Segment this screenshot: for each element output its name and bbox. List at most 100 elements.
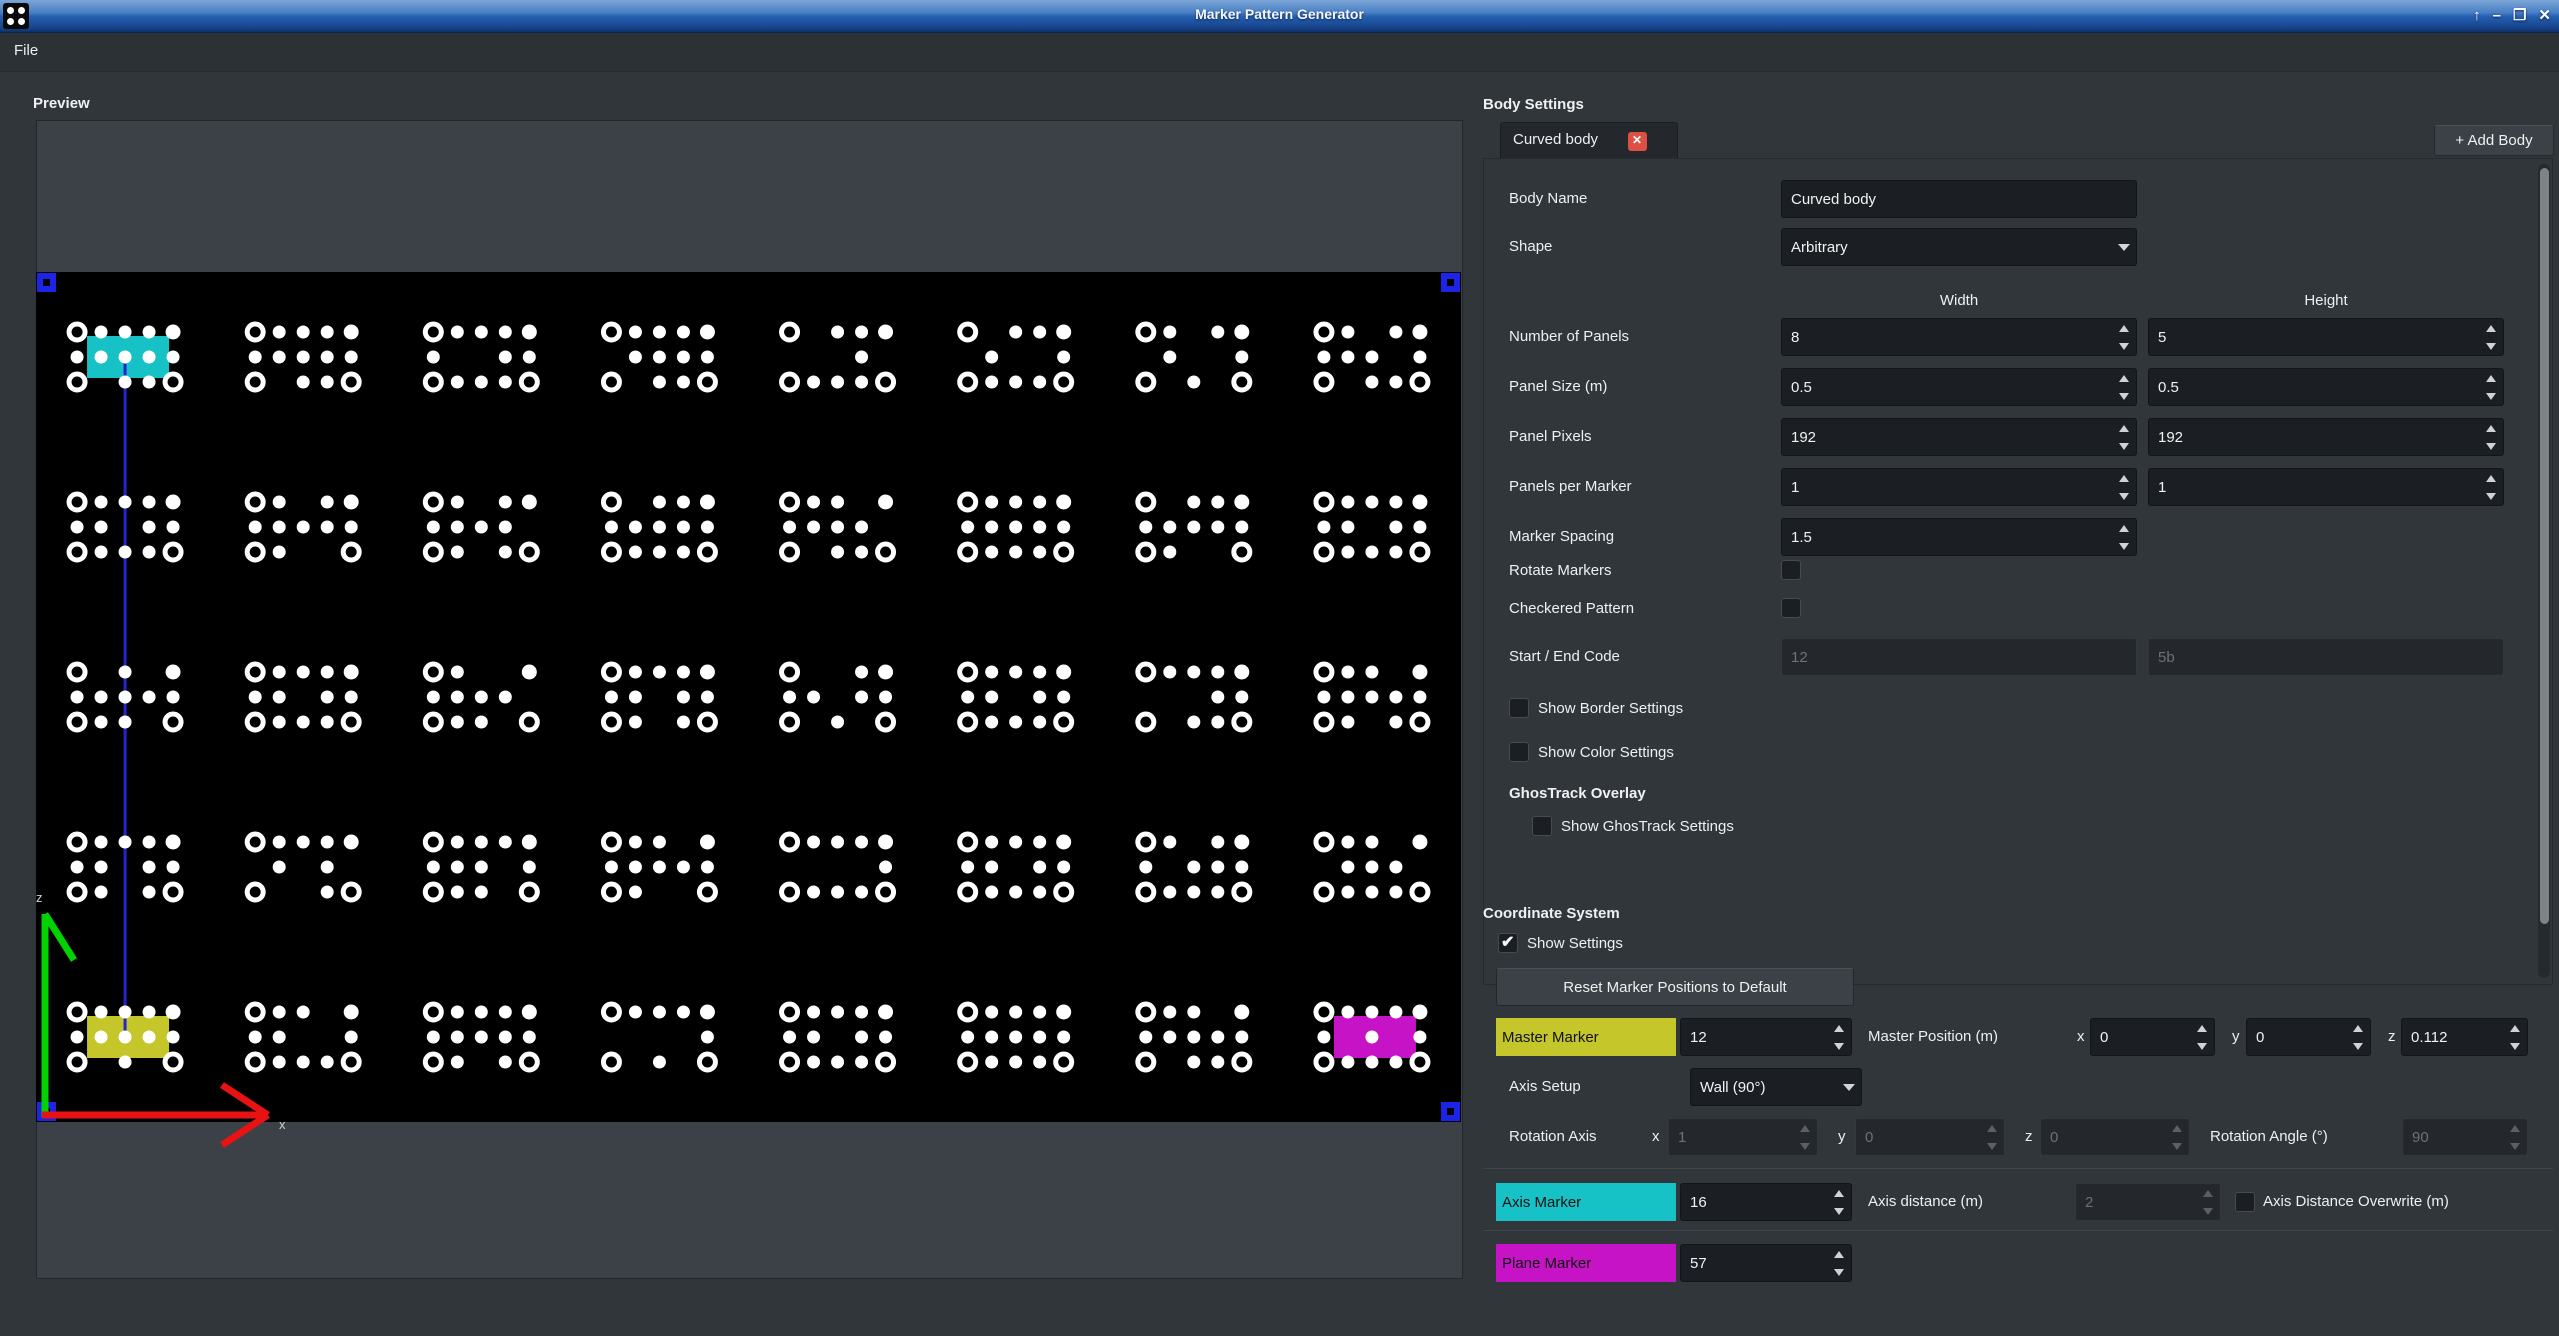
show-ghostrack-settings-checkbox[interactable] xyxy=(1532,816,1552,836)
axis-setup-dropdown[interactable]: Wall (90°) xyxy=(1690,1068,1862,1106)
axis-marker-id-spinbox[interactable]: 16 xyxy=(1680,1183,1852,1221)
spin-up-button[interactable] xyxy=(2112,369,2136,387)
spin-down-button[interactable] xyxy=(2190,1037,2214,1055)
close-icon[interactable]: ✕ xyxy=(2538,4,2551,28)
scrollbar-thumb[interactable] xyxy=(2540,168,2549,924)
master-position-z-spinbox[interactable]: 0.112 xyxy=(2401,1018,2528,1056)
marker-r3-c7[interactable] xyxy=(1316,834,1428,900)
master-position-y-spinbox[interactable]: 0 xyxy=(2246,1018,2371,1056)
spin-up-button[interactable] xyxy=(2479,319,2503,337)
spin-down-button[interactable] xyxy=(2112,437,2136,455)
show-color-settings-checkbox[interactable] xyxy=(1509,742,1529,762)
spin-down-button[interactable] xyxy=(1827,1263,1851,1281)
shape-dropdown[interactable]: Arbitrary xyxy=(1781,228,2137,266)
spin-down-button[interactable] xyxy=(2479,387,2503,405)
spin-up-button[interactable] xyxy=(2112,419,2136,437)
spin-down-button[interactable] xyxy=(2503,1037,2527,1055)
panel-size-width-spinbox[interactable]: 0.5 xyxy=(1781,368,2137,406)
show-settings-checkbox[interactable] xyxy=(1498,933,1518,953)
marker-r4-c1[interactable] xyxy=(247,1004,359,1070)
marker-r2-c5[interactable] xyxy=(960,664,1072,730)
marker-canvas[interactable]: zx xyxy=(36,272,1461,1122)
marker-r2-c1[interactable] xyxy=(247,664,359,730)
marker-r2-c4[interactable] xyxy=(782,664,894,730)
marker-r3-c4[interactable] xyxy=(782,834,894,900)
marker-spacing-spinbox[interactable]: 1.5 xyxy=(1781,518,2137,556)
spin-up-button[interactable] xyxy=(1827,1019,1851,1037)
marker-r4-c3[interactable] xyxy=(603,1004,715,1070)
end-code-input[interactable]: 5b xyxy=(2148,638,2504,676)
start-code-input[interactable]: 12 xyxy=(1781,638,2137,676)
marker-r4-c5[interactable] xyxy=(960,1004,1072,1070)
spin-up-button[interactable] xyxy=(2112,319,2136,337)
spin-up-button[interactable] xyxy=(2190,1019,2214,1037)
tab-curved-body[interactable]: Curved body xyxy=(1500,122,1678,159)
marker-r1-c3[interactable] xyxy=(603,494,715,560)
marker-r0-c5[interactable] xyxy=(960,324,1072,390)
marker-r3-c1[interactable] xyxy=(247,834,359,900)
checkered-pattern-checkbox[interactable] xyxy=(1781,598,1801,618)
plane-marker-id-spinbox[interactable]: 57 xyxy=(1680,1244,1852,1282)
marker-r1-c1[interactable] xyxy=(247,494,359,560)
panel-size-height-spinbox[interactable]: 0.5 xyxy=(2148,368,2504,406)
master-position-x-spinbox[interactable]: 0 xyxy=(2090,1018,2215,1056)
marker-r4-c6[interactable] xyxy=(1138,1004,1250,1070)
marker-r0-c7[interactable] xyxy=(1316,324,1428,390)
spin-up-button[interactable] xyxy=(2479,469,2503,487)
spin-up-button[interactable] xyxy=(1827,1184,1851,1202)
rotate-markers-checkbox[interactable] xyxy=(1781,560,1801,580)
marker-r0-c6[interactable] xyxy=(1138,324,1250,390)
spin-up-button[interactable] xyxy=(1827,1245,1851,1263)
marker-r1-c5[interactable] xyxy=(960,494,1072,560)
marker-r2-c2[interactable] xyxy=(425,664,537,730)
marker-r1-c6[interactable] xyxy=(1138,494,1250,560)
marker-r4-c2[interactable] xyxy=(425,1004,537,1070)
axis-distance-overwrite-checkbox[interactable] xyxy=(2235,1192,2255,1212)
spin-down-button[interactable] xyxy=(2112,487,2136,505)
marker-r1-c2[interactable] xyxy=(425,494,537,560)
master-marker-id-spinbox[interactable]: 12 xyxy=(1680,1018,1852,1056)
show-border-settings-checkbox[interactable] xyxy=(1509,698,1529,718)
marker-r3-c2[interactable] xyxy=(425,834,537,900)
marker-r0-c2[interactable] xyxy=(425,324,537,390)
spin-down-button[interactable] xyxy=(1827,1202,1851,1220)
panels-per-marker-height-spinbox[interactable]: 1 xyxy=(2148,468,2504,506)
add-body-button[interactable]: + Add Body xyxy=(2434,125,2554,156)
title-bar[interactable]: Marker Pattern Generator ↑ – ❐ ✕ xyxy=(0,0,2559,33)
number-of-panels-width-spinbox[interactable]: 8 xyxy=(1781,318,2137,356)
marker-r2-c7[interactable] xyxy=(1316,664,1428,730)
spin-up-button[interactable] xyxy=(2346,1019,2370,1037)
spin-down-button[interactable] xyxy=(1827,1037,1851,1055)
spin-down-button[interactable] xyxy=(2112,337,2136,355)
close-tab-icon[interactable] xyxy=(1628,132,1647,151)
spin-up-button[interactable] xyxy=(2503,1019,2527,1037)
spin-up-button[interactable] xyxy=(2479,369,2503,387)
marker-r0-c1[interactable] xyxy=(247,324,359,390)
marker-r1-c7[interactable] xyxy=(1316,494,1428,560)
marker-r0-c3[interactable] xyxy=(603,324,715,390)
minimize-icon[interactable]: – xyxy=(2493,4,2501,28)
marker-r4-c4[interactable] xyxy=(782,1004,894,1070)
spin-down-button[interactable] xyxy=(2479,487,2503,505)
panel-pixels-width-spinbox[interactable]: 192 xyxy=(1781,418,2137,456)
marker-r2-c3[interactable] xyxy=(603,664,715,730)
spin-down-button[interactable] xyxy=(2112,537,2136,555)
marker-r2-c0[interactable] xyxy=(69,664,181,730)
spin-down-button[interactable] xyxy=(2112,387,2136,405)
marker-r0-c4[interactable] xyxy=(782,324,894,390)
panel-pixels-height-spinbox[interactable]: 192 xyxy=(2148,418,2504,456)
spin-down-button[interactable] xyxy=(2346,1037,2370,1055)
marker-r3-c5[interactable] xyxy=(960,834,1072,900)
maximize-icon[interactable]: ❐ xyxy=(2513,4,2526,28)
keep-above-icon[interactable]: ↑ xyxy=(2473,4,2481,28)
spin-up-button[interactable] xyxy=(2112,519,2136,537)
spin-down-button[interactable] xyxy=(2479,337,2503,355)
body-name-input[interactable]: Curved body xyxy=(1781,180,2137,218)
marker-r1-c4[interactable] xyxy=(782,494,894,560)
spin-down-button[interactable] xyxy=(2479,437,2503,455)
spin-up-button[interactable] xyxy=(2479,419,2503,437)
marker-r2-c6[interactable] xyxy=(1138,664,1250,730)
number-of-panels-height-spinbox[interactable]: 5 xyxy=(2148,318,2504,356)
marker-r3-c6[interactable] xyxy=(1138,834,1250,900)
reset-marker-positions-button[interactable]: Reset Marker Positions to Default xyxy=(1496,968,1854,1006)
